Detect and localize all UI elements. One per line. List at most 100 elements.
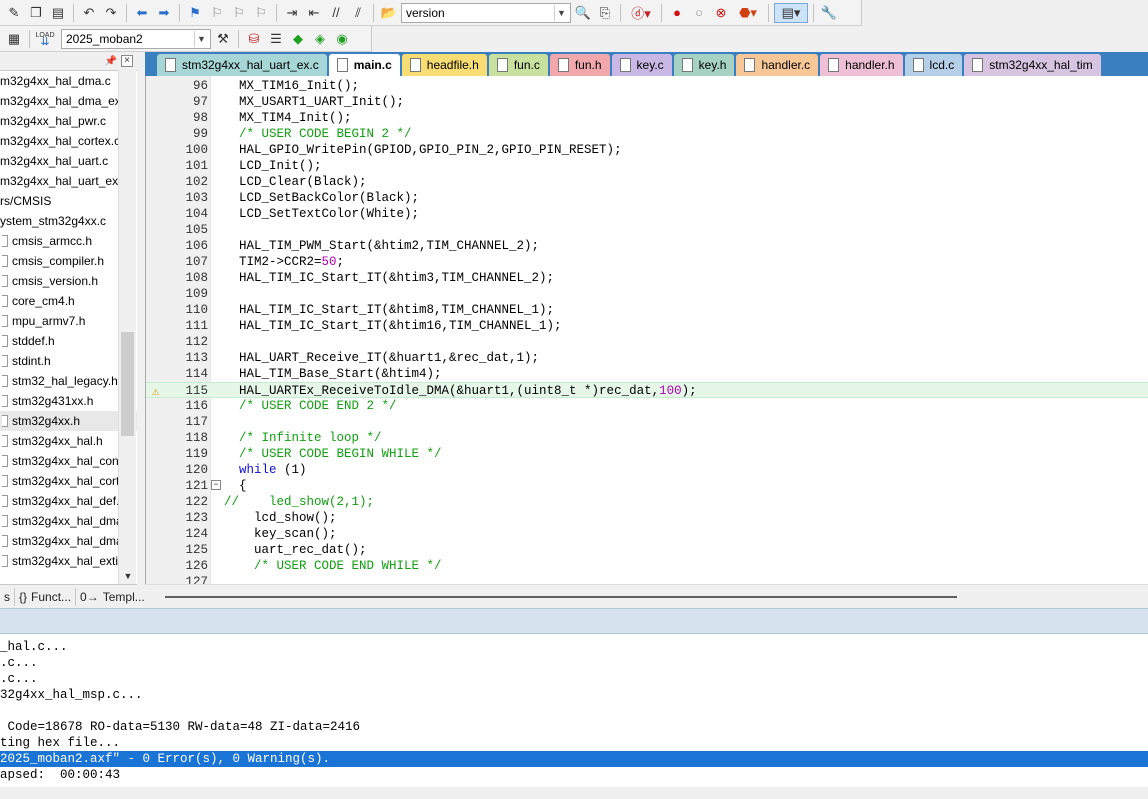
tree-item[interactable]: m32g4xx_hal_uart_ex.c [0, 171, 137, 191]
tree-item[interactable]: stm32g431xx.h [0, 391, 137, 411]
code-editor[interactable]: 96 MX_TIM16_Init(); 97 MX_USART1_UART_Ini… [145, 76, 1148, 584]
code-line[interactable]: 116 /* USER CODE END 2 */ [146, 398, 1148, 414]
bookmark-icon[interactable]: ⚑ [185, 3, 205, 23]
code-line[interactable]: 102 LCD_Clear(Black); [146, 174, 1148, 190]
tree-item[interactable]: core_cm4.h [0, 291, 137, 311]
configure-wrench-icon[interactable]: 🔧 [819, 3, 839, 23]
code-line[interactable]: 124 key_scan(); [146, 526, 1148, 542]
new-file-icon[interactable]: ✎ [4, 3, 24, 23]
editor-tab[interactable]: stm32g4xx_hal_tim [964, 54, 1101, 76]
panel-tab[interactable]: s [0, 587, 15, 606]
tree-item[interactable]: stm32g4xx_hal_corte [0, 471, 137, 491]
find-combo[interactable]: version ▼ [401, 2, 571, 23]
nav-back-icon[interactable]: ⬅ [132, 3, 152, 23]
redo-icon[interactable]: ↷ [101, 3, 121, 23]
code-line[interactable]: 119 /* USER CODE BEGIN WHILE */ [146, 446, 1148, 462]
tree-item[interactable]: stddef.h [0, 331, 137, 351]
code-line[interactable]: 107 TIM2->CCR2=50; [146, 254, 1148, 270]
tree-item[interactable]: mpu_armv7.h [0, 311, 137, 331]
code-line[interactable]: 122 // led_show(2,1); [146, 494, 1148, 510]
code-line[interactable]: 105 [146, 222, 1148, 238]
code-line[interactable]: 106 HAL_TIM_PWM_Start(&htim2,TIM_CHANNEL… [146, 238, 1148, 254]
tree-item[interactable]: cmsis_armcc.h [0, 231, 137, 251]
breakpoint-disable-icon[interactable]: ○ [689, 3, 709, 23]
tree-item[interactable]: stm32g4xx_hal_dma [0, 531, 137, 551]
tree-item[interactable]: stdint.h [0, 351, 137, 371]
code-line[interactable]: 100 HAL_GPIO_WritePin(GPIOD,GPIO_PIN_2,G… [146, 142, 1148, 158]
editor-tab[interactable]: lcd.c [904, 54, 963, 76]
code-line[interactable]: 115 ⚠ HAL_UARTEx_ReceiveToIdle_DMA(&huart… [146, 382, 1148, 399]
close-icon[interactable]: × [121, 55, 133, 67]
code-line[interactable]: 111 HAL_TIM_IC_Start_IT(&htim16,TIM_CHAN… [146, 318, 1148, 334]
bookmark-clear-icon[interactable]: ⚐ [251, 3, 271, 23]
code-line[interactable]: 109 [146, 286, 1148, 302]
load-icon[interactable]: LOAD ⇊ [35, 29, 55, 49]
comment-icon[interactable]: // [326, 3, 346, 23]
chevron-down-icon[interactable]: ▼ [194, 30, 208, 47]
indent-icon[interactable]: ⇥ [282, 3, 302, 23]
code-line[interactable]: 126 /* USER CODE END WHILE */ [146, 558, 1148, 574]
code-line[interactable]: 97 MX_USART1_UART_Init(); [146, 94, 1148, 110]
code-line[interactable]: 117 [146, 414, 1148, 430]
tree-item[interactable]: cmsis_version.h [0, 271, 137, 291]
target-combo[interactable]: 2025_moban2 ▼ [61, 28, 211, 49]
editor-tab[interactable]: headfile.h [401, 54, 487, 76]
code-line[interactable]: 112 [146, 334, 1148, 350]
panel-tab[interactable]: {} Funct... [15, 587, 77, 606]
editor-tab[interactable]: handler.h [820, 54, 903, 76]
find-in-files-icon[interactable]: 📂 [379, 3, 399, 23]
tree-item[interactable]: m32g4xx_hal_cortex.c [0, 131, 137, 151]
breakpoint-icon[interactable]: ● [667, 3, 687, 23]
editor-tab[interactable]: handler.c [736, 54, 819, 76]
fold-toggle-icon[interactable]: − [211, 480, 221, 490]
target-options-icon[interactable]: ⚒ [213, 29, 233, 49]
tree-item[interactable]: m32g4xx_hal_dma_ex. [0, 91, 137, 111]
replace-icon[interactable]: ⎘ [595, 3, 615, 23]
editor-horizontal-scrollbar[interactable] [145, 584, 1148, 608]
find-icon[interactable]: 🔍 [573, 3, 593, 23]
editor-tab[interactable]: fun.c [488, 54, 548, 76]
bookmark-next-icon[interactable]: ⚐ [229, 3, 249, 23]
tree-item[interactable]: ystem_stm32g4xx.c [0, 211, 137, 231]
tree-item[interactable]: stm32g4xx_hal.h [0, 431, 137, 451]
translate-icon[interactable]: ▦ [4, 29, 24, 49]
code-line[interactable]: 104 LCD_SetTextColor(White); [146, 206, 1148, 222]
code-line[interactable]: 103 LCD_SetBackColor(Black); [146, 190, 1148, 206]
nav-forward-icon[interactable]: ➡ [154, 3, 174, 23]
tree-item[interactable]: stm32g4xx.h [0, 411, 137, 431]
uncomment-icon[interactable]: ⫽ [348, 3, 368, 23]
debug-session-icon[interactable]: ⓓ▾ [626, 3, 656, 23]
code-line[interactable]: 96 MX_TIM16_Init(); [146, 78, 1148, 94]
editor-tab[interactable]: main.c [328, 54, 400, 76]
tree-item[interactable]: rs/CMSIS [0, 191, 137, 211]
editor-tab[interactable]: key.c [611, 54, 672, 76]
project-tree-scrollbar[interactable]: ▼ [118, 70, 136, 584]
code-line[interactable]: 99 /* USER CODE BEGIN 2 */ [146, 126, 1148, 142]
select-packs-icon[interactable]: ◈ [310, 29, 330, 49]
editor-tab[interactable]: fun.h [549, 54, 610, 76]
tree-item[interactable]: stm32g4xx_hal_dma [0, 511, 137, 531]
tree-item[interactable]: stm32g4xx_hal_conf [0, 451, 137, 471]
file-extensions-icon[interactable]: ☰ [266, 29, 286, 49]
tree-item[interactable]: m32g4xx_hal_dma.c [0, 71, 137, 91]
editor-tab[interactable]: stm32g4xx_hal_uart_ex.c [157, 54, 327, 76]
window-layout-icon[interactable]: ▤▾ [774, 2, 808, 23]
editor-tab[interactable]: key.h [673, 54, 735, 76]
breakpoint-kill-icon[interactable]: ⊗ [711, 3, 731, 23]
tree-item[interactable]: m32g4xx_hal_uart.c [0, 151, 137, 171]
code-line[interactable]: 127 [146, 574, 1148, 584]
undo-icon[interactable]: ↶ [79, 3, 99, 23]
tree-item[interactable]: stm32g4xx_hal_def.h [0, 491, 137, 511]
paste-icon[interactable]: ▤ [48, 3, 68, 23]
panel-splitter[interactable] [0, 608, 1148, 634]
code-line[interactable]: 110 HAL_TIM_IC_Start_IT(&htim8,TIM_CHANN… [146, 302, 1148, 318]
code-line[interactable]: 114 HAL_TIM_Base_Start(&htim4); [146, 366, 1148, 382]
pin-icon[interactable]: 📌 [105, 56, 117, 67]
code-line[interactable]: 108 HAL_TIM_IC_Start_IT(&htim3,TIM_CHANN… [146, 270, 1148, 286]
tree-item[interactable]: stm32g4xx_hal_exti. [0, 551, 137, 571]
code-line[interactable]: 121− { [146, 478, 1148, 494]
bookmark-prev-icon[interactable]: ⚐ [207, 3, 227, 23]
scrollbar-thumb[interactable] [165, 596, 957, 598]
panel-tab[interactable]: 0→ Templ... [76, 587, 150, 606]
manage-project-icon[interactable]: ⛁ [244, 29, 264, 49]
